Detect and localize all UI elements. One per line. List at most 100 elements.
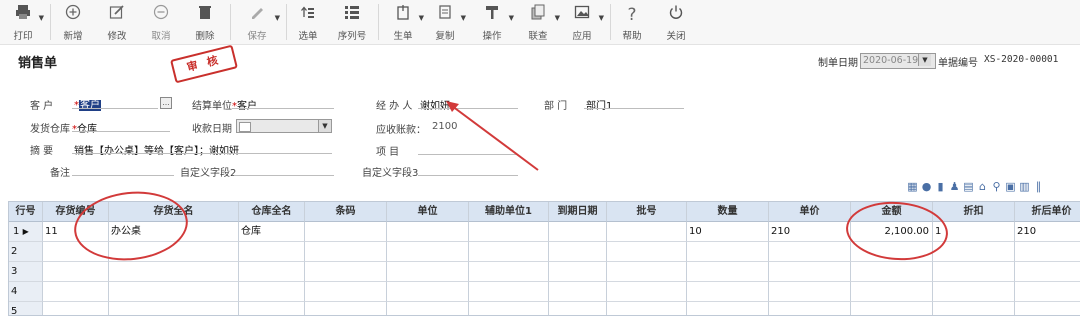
chevron-down-icon[interactable]: ▼: [509, 14, 514, 22]
cell-warehouse[interactable]: [239, 242, 305, 262]
cell-discounted-price[interactable]: 210: [1015, 222, 1080, 242]
cell-discount[interactable]: [933, 242, 1015, 262]
cell-barcode[interactable]: [305, 242, 387, 262]
col-header-batch-number[interactable]: 批号: [607, 202, 687, 222]
table-row[interactable]: 4: [9, 282, 1080, 302]
cell-item-name[interactable]: [109, 262, 239, 282]
cell-unit-price[interactable]: 210: [769, 222, 851, 242]
col-header-row-number[interactable]: 行号: [9, 202, 43, 222]
col-header-expiry-date[interactable]: 到期日期: [549, 202, 607, 222]
cell-aux-unit[interactable]: [469, 262, 549, 282]
chevron-down-icon[interactable]: ▼: [275, 14, 280, 22]
handler-field[interactable]: 谢如妍: [420, 97, 450, 112]
cell-discount[interactable]: [933, 262, 1015, 282]
settle-field[interactable]: *客户: [232, 97, 257, 112]
col-header-warehouse[interactable]: 仓库全名: [239, 202, 305, 222]
grid-layout-icon[interactable]: ▦: [906, 180, 919, 193]
cell-batch-number[interactable]: [607, 242, 687, 262]
cell-expiry-date[interactable]: [549, 282, 607, 302]
cell-item-code[interactable]: [43, 282, 109, 302]
cancel-button[interactable]: 取消: [144, 4, 178, 42]
cell-item-name[interactable]: [109, 282, 239, 302]
chevron-down-icon[interactable]: ▼: [599, 14, 604, 22]
cell-barcode[interactable]: [305, 222, 387, 242]
serial-number-button[interactable]: 序列号: [334, 4, 370, 42]
select-order-button[interactable]: 选单: [292, 4, 324, 42]
cell-warehouse[interactable]: [239, 262, 305, 282]
calculator-icon[interactable]: ▣: [1004, 180, 1017, 193]
cell-discounted-price[interactable]: [1015, 262, 1080, 282]
cell-unit-price[interactable]: [769, 242, 851, 262]
col-header-aux-unit[interactable]: 辅助单位1: [469, 202, 549, 222]
cell-unit-price[interactable]: [769, 262, 851, 282]
home-icon[interactable]: ⌂: [976, 180, 989, 193]
cell-barcode[interactable]: [305, 262, 387, 282]
cell-discount[interactable]: [933, 282, 1015, 302]
save-button[interactable]: 保存 ▼: [236, 4, 280, 42]
table-row[interactable]: 3: [9, 262, 1080, 282]
chevron-down-icon[interactable]: ▼: [461, 14, 466, 22]
cell-batch-number[interactable]: [607, 282, 687, 302]
col-header-quantity[interactable]: 数量: [687, 202, 769, 222]
help-button[interactable]: ? 帮助: [616, 4, 648, 42]
document-icon[interactable]: ▤: [962, 180, 975, 193]
cell-amount[interactable]: [851, 262, 933, 282]
dept-field[interactable]: 部门1: [586, 97, 612, 112]
col-header-discounted-price[interactable]: 折后单价: [1015, 202, 1080, 222]
cell-warehouse[interactable]: 仓库: [239, 222, 305, 242]
chat-icon[interactable]: ●: [920, 180, 933, 193]
cell-barcode[interactable]: [305, 282, 387, 302]
cell-quantity[interactable]: [687, 242, 769, 262]
add-button[interactable]: 新增: [56, 4, 90, 42]
summary-field[interactable]: 销售【办公桌】等给【客户】；谢如妍: [74, 142, 239, 157]
chevron-down-icon[interactable]: ▼: [419, 14, 424, 22]
bar-chart-icon[interactable]: ▮: [934, 180, 947, 193]
chevron-down-icon[interactable]: ▼: [555, 14, 560, 22]
cell-aux-unit[interactable]: [469, 282, 549, 302]
cell-discounted-price[interactable]: [1015, 282, 1080, 302]
cell-batch-number[interactable]: [607, 262, 687, 282]
delete-button[interactable]: 删除: [188, 4, 222, 42]
cell-unit-price[interactable]: [769, 282, 851, 302]
printer-icon: [4, 4, 42, 26]
edit-button[interactable]: 修改: [100, 4, 134, 42]
col-header-unit[interactable]: 单位: [387, 202, 469, 222]
cell-expiry-date[interactable]: [549, 262, 607, 282]
col-header-barcode[interactable]: 条码: [305, 202, 387, 222]
paperclip-icon[interactable]: ∥: [1032, 180, 1045, 193]
cell-batch-number[interactable]: [607, 222, 687, 242]
search-icon[interactable]: ⚲: [990, 180, 1003, 193]
operate-button[interactable]: 操作 ▼: [472, 4, 514, 42]
cell-aux-unit[interactable]: [469, 242, 549, 262]
cell-unit[interactable]: [387, 282, 469, 302]
cell-amount[interactable]: [851, 282, 933, 302]
cell-quantity[interactable]: 10: [687, 222, 769, 242]
table-icon[interactable]: ▥: [1018, 180, 1031, 193]
cell-expiry-date[interactable]: [549, 222, 607, 242]
cell-expiry-date[interactable]: [549, 242, 607, 262]
cell-unit[interactable]: [387, 222, 469, 242]
cell-unit[interactable]: [387, 242, 469, 262]
receive-date-combo[interactable]: ▼: [236, 119, 332, 133]
people-icon[interactable]: ♟: [948, 180, 961, 193]
chevron-down-icon[interactable]: ▼: [39, 14, 44, 22]
cell-warehouse[interactable]: [239, 282, 305, 302]
cell-aux-unit[interactable]: [469, 222, 549, 242]
print-button[interactable]: 打印 ▼: [4, 4, 44, 42]
cell-unit[interactable]: [387, 262, 469, 282]
customer-lookup-button[interactable]: …: [160, 97, 172, 109]
cell-item-code[interactable]: [43, 262, 109, 282]
apply-button[interactable]: 应用 ▼: [562, 4, 604, 42]
calendar-dropdown-icon[interactable]: ▼: [918, 54, 931, 66]
cell-quantity[interactable]: [687, 282, 769, 302]
chevron-down-icon[interactable]: ▼: [318, 120, 331, 132]
linked-query-button[interactable]: 联查 ▼: [518, 4, 560, 42]
generate-order-button[interactable]: 生单 ▼: [384, 4, 424, 42]
col-header-discount[interactable]: 折扣: [933, 202, 1015, 222]
warehouse-field[interactable]: *仓库: [72, 120, 97, 135]
close-button[interactable]: 关闭: [660, 4, 692, 42]
cell-discounted-price[interactable]: [1015, 242, 1080, 262]
cell-quantity[interactable]: [687, 262, 769, 282]
copy-button[interactable]: 复制 ▼: [426, 4, 466, 42]
col-header-unit-price[interactable]: 单价: [769, 202, 851, 222]
